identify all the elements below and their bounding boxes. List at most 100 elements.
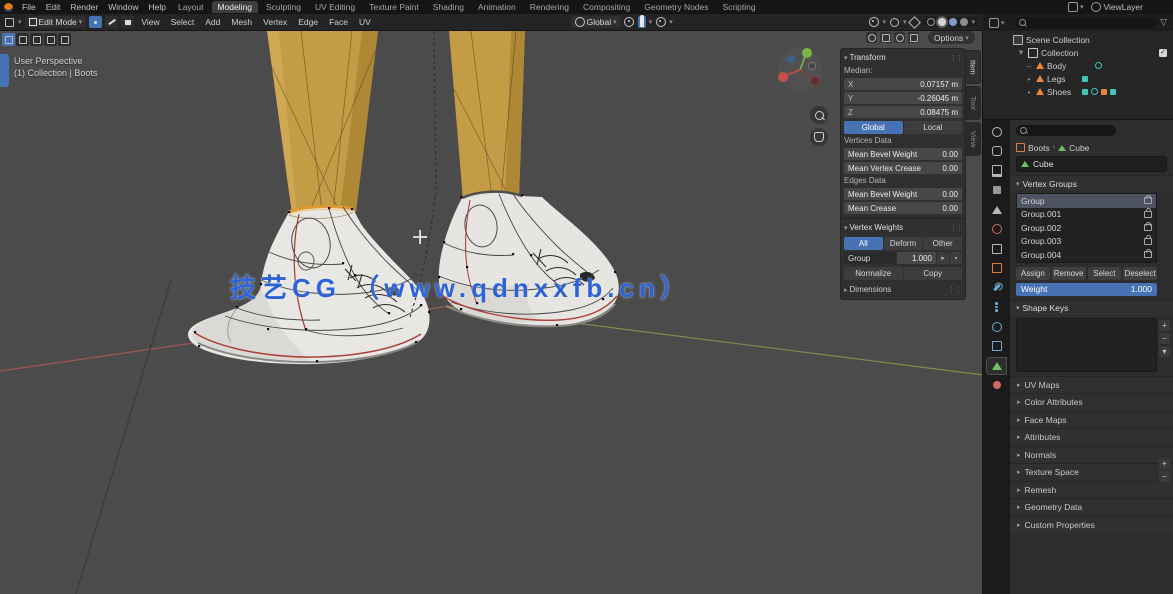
panel-normals[interactable]: ▸ Normals xyxy=(1010,446,1173,464)
sidebar-tab-tool[interactable]: Tool xyxy=(966,86,981,120)
dimensions-panel-header[interactable]: ▸ Dimensions ⋮⋮ xyxy=(844,283,962,296)
scene-selector[interactable]: ▾ xyxy=(1068,2,1084,12)
menu-select[interactable]: Select xyxy=(167,17,199,27)
shape-keys-list[interactable] xyxy=(1016,318,1157,372)
outliner-row-shoes[interactable]: • Shoes xyxy=(983,85,1173,98)
subset-deform-button[interactable]: Deform xyxy=(884,237,923,250)
active-tool-button[interactable] xyxy=(2,33,15,46)
workspace-tab-modeling[interactable]: Modeling xyxy=(212,1,259,13)
panel-face-maps[interactable]: ▸ Face Maps xyxy=(1010,411,1173,429)
properties-tab-object[interactable] xyxy=(987,260,1006,276)
mesh-data-icon[interactable] xyxy=(1082,76,1088,82)
editor-type-icon[interactable] xyxy=(4,17,15,28)
workspace-tab-compositing[interactable]: Compositing xyxy=(577,1,636,13)
tool-option-1[interactable] xyxy=(16,33,29,46)
workspace-tab-animation[interactable]: Animation xyxy=(472,1,522,13)
filter-icon[interactable]: ▽ xyxy=(1160,17,1167,28)
subset-all-button[interactable]: All xyxy=(844,237,883,250)
vertex-group-row[interactable]: Group.003 xyxy=(1017,235,1156,249)
weight-slider[interactable]: Weight 1.000 xyxy=(1016,283,1157,296)
pivot-point-dropdown[interactable] xyxy=(624,17,635,28)
properties-tab-tool[interactable] xyxy=(987,124,1006,140)
gizmo-dropdown[interactable]: ▾ xyxy=(882,18,886,26)
mean-crease-slider[interactable]: Mean Crease 0.00 xyxy=(844,202,962,214)
edge-mean-bevel-weight-slider[interactable]: Mean Bevel Weight 0.00 xyxy=(844,188,962,200)
properties-tab-world[interactable] xyxy=(987,221,1006,237)
properties-tab-scene[interactable] xyxy=(987,202,1006,218)
left-leg-mesh[interactable] xyxy=(267,31,378,214)
mean-bevel-weight-slider[interactable]: Mean Bevel Weight 0.00 xyxy=(844,148,962,160)
local-space-button[interactable]: Local xyxy=(904,121,963,134)
zoom-view-button[interactable] xyxy=(810,106,828,124)
workspace-tab-layout[interactable]: Layout xyxy=(172,1,210,13)
panel-custom-properties[interactable]: ▸ Custom Properties xyxy=(1010,516,1173,534)
properties-tab-collection[interactable] xyxy=(987,241,1006,257)
data-icon[interactable] xyxy=(1110,89,1116,95)
properties-tab-material[interactable] xyxy=(987,377,1006,393)
editor-divider-horizontal[interactable] xyxy=(983,119,1173,120)
menu-mesh[interactable]: Mesh xyxy=(227,17,256,27)
collection-checkbox[interactable]: ✓ xyxy=(1159,49,1167,57)
mesh-data-icon[interactable] xyxy=(1095,62,1102,69)
navigation-gizmo[interactable] xyxy=(776,46,824,94)
menu-face[interactable]: Face xyxy=(325,17,352,27)
vertex-group-row[interactable]: Group.004 xyxy=(1017,248,1156,262)
breadcrumb-data[interactable]: Cube xyxy=(1069,143,1089,153)
outliner-row-legs[interactable]: • Legs xyxy=(983,72,1173,85)
menu-edit[interactable]: Edit xyxy=(41,2,66,12)
overlays-dropdown[interactable]: ▾ xyxy=(903,18,907,26)
global-space-button[interactable]: Global xyxy=(844,121,903,134)
tool-option-3[interactable] xyxy=(44,33,57,46)
vertex-group-row[interactable]: Group xyxy=(1017,194,1156,208)
remove-button[interactable]: Remove xyxy=(1052,267,1086,280)
move-view-button[interactable] xyxy=(810,128,828,146)
select-button[interactable]: Select xyxy=(1088,267,1122,280)
viewport-canvas[interactable] xyxy=(0,31,983,594)
assign-button[interactable]: Assign xyxy=(1016,267,1050,280)
right-leg-mesh[interactable] xyxy=(449,31,525,200)
material-preview-button[interactable] xyxy=(949,18,957,26)
edge-select-button[interactable] xyxy=(105,16,118,28)
properties-tab-render[interactable] xyxy=(987,143,1006,159)
remove-vertex-group-button[interactable]: − xyxy=(1159,333,1170,344)
snap-settings-dropdown[interactable]: ▾ xyxy=(649,18,653,26)
scale-gizmo-icon[interactable] xyxy=(908,32,919,43)
drag-handle-icon[interactable]: ⋮⋮ xyxy=(950,224,962,232)
weight-group-name[interactable]: Group xyxy=(844,252,896,264)
paste-weight-button[interactable]: ▸ xyxy=(937,252,949,264)
normalize-button[interactable]: Normalize xyxy=(844,267,903,280)
properties-tab-modifiers[interactable] xyxy=(987,280,1006,296)
menu-window[interactable]: Window xyxy=(103,2,143,12)
panel-texture-space[interactable]: ▸ Texture Space xyxy=(1010,463,1173,481)
vertex-groups-panel-header[interactable]: ▾ Vertex Groups xyxy=(1010,176,1173,191)
menu-edge[interactable]: Edge xyxy=(294,17,322,27)
lock-icon[interactable] xyxy=(1144,238,1152,245)
menu-uv[interactable]: UV xyxy=(355,17,375,27)
vertex-group-specials-button[interactable]: ▾ xyxy=(1159,346,1170,357)
orientation-gizmo-icon[interactable] xyxy=(866,32,877,43)
menu-add[interactable]: Add xyxy=(201,17,224,27)
properties-tab-object-data[interactable] xyxy=(987,358,1006,374)
workspace-tab-shading[interactable]: Shading xyxy=(427,1,470,13)
transform-orientation-dropdown[interactable]: Global ▾ xyxy=(571,16,621,28)
menu-render[interactable]: Render xyxy=(65,2,103,12)
tool-option-4[interactable] xyxy=(58,33,71,46)
viewport-options-button[interactable]: Options ▾ xyxy=(928,31,975,44)
sidebar-tab-view[interactable]: View xyxy=(966,122,981,156)
menu-help[interactable]: Help xyxy=(143,2,170,12)
add-vertex-group-button[interactable]: + xyxy=(1159,320,1170,331)
drag-handle-icon[interactable]: ⋮⋮ xyxy=(950,54,962,62)
blender-logo-icon[interactable] xyxy=(4,3,13,12)
mesh-data-icon[interactable] xyxy=(1091,88,1098,95)
median-y-field[interactable]: Y -0.26045 m xyxy=(844,92,962,104)
panel-color-attributes[interactable]: ▸ Color Attributes xyxy=(1010,393,1173,411)
workspace-tab-texture-paint[interactable]: Texture Paint xyxy=(363,1,425,13)
properties-tab-physics[interactable] xyxy=(987,319,1006,335)
workspace-tab-uv-editing[interactable]: UV Editing xyxy=(309,1,361,13)
panel-uv-maps[interactable]: ▸ UV Maps xyxy=(1010,376,1173,394)
copy-button[interactable]: Copy xyxy=(904,267,963,280)
outliner-search-input[interactable] xyxy=(1015,17,1156,28)
vertex-group-row[interactable]: Group.001 xyxy=(1017,208,1156,222)
right-shoe-mesh[interactable] xyxy=(438,192,619,327)
mode-dropdown[interactable]: Edit Mode ▾ xyxy=(25,16,87,28)
